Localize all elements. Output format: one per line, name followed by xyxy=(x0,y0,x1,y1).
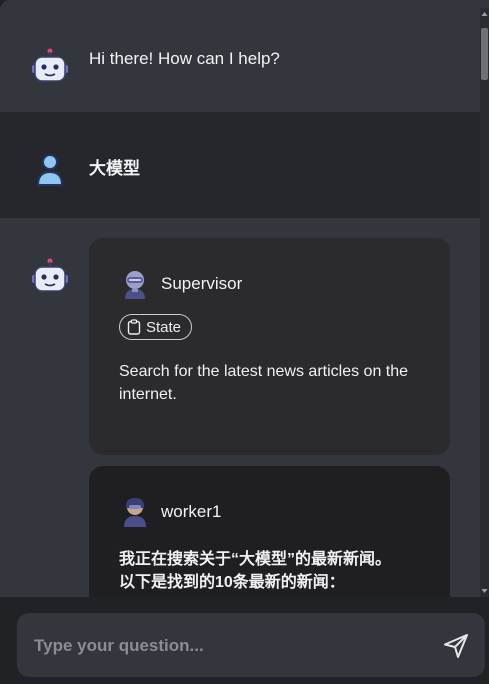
scroll-up-arrow-icon[interactable] xyxy=(480,10,489,18)
user-icon xyxy=(36,154,64,186)
worker-card: worker1 我正在搜索关于“大模型”的最新新闻。 以下是找到的10条最新的新… xyxy=(89,466,450,597)
chat-history[interactable]: Hi there! How can I help? 大模型 Supervisor… xyxy=(0,0,489,597)
robot-agent-avatar xyxy=(125,271,145,299)
scroll-down-arrow-icon[interactable] xyxy=(480,587,489,595)
user-message: 大模型 xyxy=(0,112,480,218)
bot-message-agents: Supervisor State Search for the latest n… xyxy=(0,218,480,597)
clipboard-icon xyxy=(127,319,141,335)
worker-agent-avatar xyxy=(124,498,146,527)
supervisor-card: Supervisor State Search for the latest n… xyxy=(89,238,450,455)
robot-icon xyxy=(32,48,68,82)
user-message-text: 大模型 xyxy=(89,159,140,178)
worker-name: worker1 xyxy=(161,502,222,521)
question-input[interactable] xyxy=(32,631,426,661)
bot-message-greeting: Hi there! How can I help? xyxy=(0,8,480,112)
robot-icon xyxy=(32,258,68,292)
worker-text: 我正在搜索关于“大模型”的最新新闻。 以下是找到的10条最新的新闻： xyxy=(119,548,420,594)
supervisor-text: Search for the latest news articles on t… xyxy=(119,363,409,403)
state-label: State xyxy=(146,318,182,336)
supervisor-name: Supervisor xyxy=(161,274,243,293)
message-composer xyxy=(17,613,485,677)
state-button[interactable]: State xyxy=(119,314,193,340)
supervisor-header: Supervisor xyxy=(119,266,420,302)
scrollbar-thumb[interactable] xyxy=(481,28,488,80)
worker-header: worker1 xyxy=(119,494,420,530)
chat-scrollbar[interactable] xyxy=(480,8,489,597)
worker-text-line: 以下是找到的10条最新的新闻： xyxy=(119,574,345,591)
send-icon[interactable] xyxy=(442,632,470,660)
bot-message-text: Hi there! How can I help? xyxy=(89,49,280,68)
worker-text-line: 我正在搜索关于“大模型”的最新新闻。 xyxy=(119,551,392,568)
